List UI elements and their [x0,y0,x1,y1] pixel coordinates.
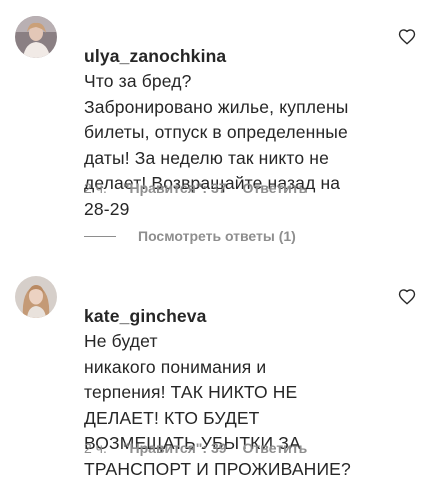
comment-likes[interactable]: "Нравится": 39 [123,440,227,456]
comment-username[interactable]: ulya_zanochkina [84,46,226,66]
comment-likes[interactable]: "Нравится": 37 [123,180,227,196]
reply-button[interactable]: Ответить [243,440,308,456]
avatar[interactable] [15,16,57,58]
comment-meta: 2 ч. "Нравится": 37 Ответить [84,180,307,196]
view-replies-label: Посмотреть ответы (1) [138,228,296,244]
heart-icon[interactable] [398,288,416,306]
reply-button[interactable]: Ответить [243,180,308,196]
avatar[interactable] [15,276,57,318]
heart-icon[interactable] [398,28,416,46]
view-replies-button[interactable]: Посмотреть ответы (1) [84,228,296,244]
comment-username[interactable]: kate_gincheva [84,306,207,326]
avatar-image [15,16,57,58]
avatar-image [15,276,57,318]
comment-time: 2 ч. [84,440,107,456]
comment-time: 2 ч. [84,180,107,196]
comment-message: Что за бред? Забронировано жилье, куплен… [84,71,349,219]
comment-meta: 2 ч. "Нравится": 39 Ответить [84,440,307,456]
divider-line [84,235,116,237]
comment-message: Не будет никакого понимания и терпения! … [84,331,351,479]
